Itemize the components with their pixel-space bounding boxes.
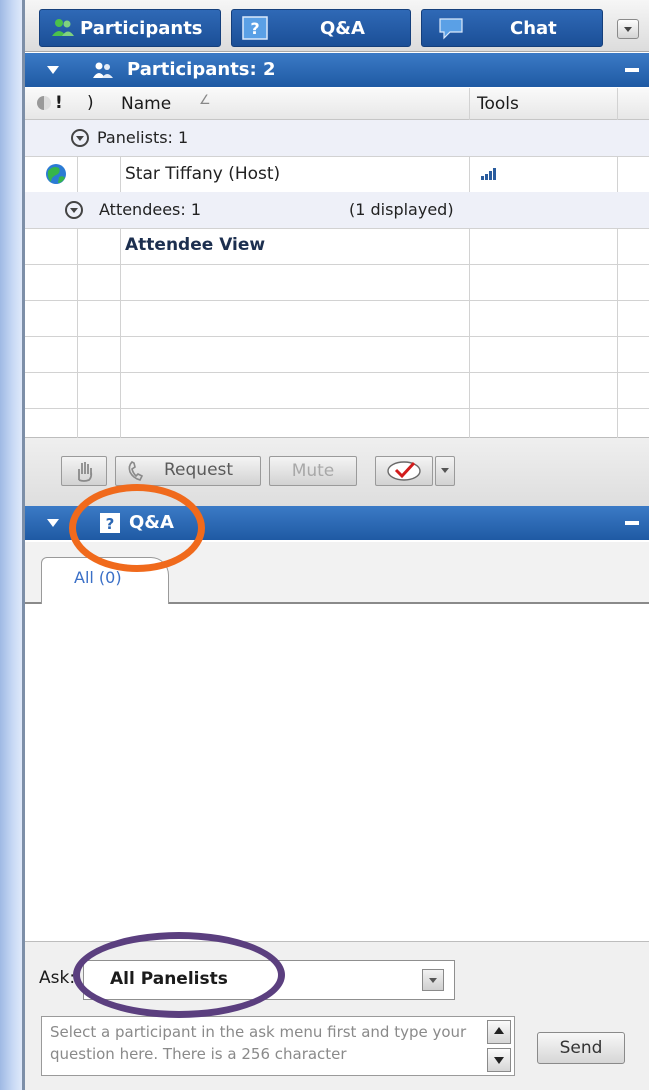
tab-participants[interactable]: Participants (39, 9, 221, 47)
tab-all-questions[interactable]: All (0) (41, 557, 169, 606)
audio-column-icon[interactable]: ) (87, 93, 94, 113)
webex-panel-window: Participants ? Q&A Chat Participants: 2 (22, 0, 649, 1090)
panel-options-dropdown-button[interactable] (617, 19, 639, 39)
question-icon: ? (100, 513, 120, 533)
globe-icon (46, 164, 66, 184)
table-row[interactable]: Star Tiffany (Host) (25, 156, 649, 192)
send-button[interactable]: Send (537, 1032, 625, 1064)
question-placeholder: Select a participant in the ask menu fir… (50, 1023, 467, 1063)
request-button[interactable]: Request (115, 456, 261, 486)
request-button-label: Request (164, 460, 234, 480)
ask-label: Ask: (39, 968, 76, 988)
status-column-icon[interactable] (37, 96, 51, 110)
panelists-group-label: Panelists: 1 (97, 128, 189, 147)
attendees-displayed-count: (1 displayed) (349, 200, 454, 219)
collapse-triangle-icon[interactable] (47, 519, 59, 527)
feedback-button[interactable] (375, 456, 433, 486)
send-button-label: Send (559, 1038, 603, 1058)
participants-panel-header[interactable]: Participants: 2 (25, 53, 649, 87)
svg-text:?: ? (106, 515, 115, 533)
participants-column-header: ! ) Name ∠ Tools (25, 88, 649, 120)
attendee-view-label: Attendee View (125, 235, 266, 255)
tab-qa-label: Q&A (320, 18, 365, 39)
scroll-down-icon[interactable] (487, 1048, 511, 1072)
participant-name: Star Tiffany (Host) (125, 164, 281, 184)
minimize-icon[interactable] (625, 68, 639, 72)
hand-icon (78, 462, 93, 482)
attendees-group-row[interactable]: Attendees: 1 (1 displayed) (25, 192, 649, 228)
sort-ascending-icon: ∠ (199, 93, 211, 108)
attendees-group-label: Attendees: 1 (99, 200, 202, 219)
question-icon: ? (242, 16, 268, 40)
tab-all-label: All (0) (74, 568, 122, 587)
svg-text:?: ? (250, 19, 259, 38)
panel-tab-bar: Participants ? Q&A Chat (25, 0, 649, 52)
row-divider (25, 264, 649, 265)
ask-recipient-select[interactable]: All Panelists (83, 960, 455, 1000)
status-column-label[interactable]: ! (55, 93, 63, 113)
tab-qa[interactable]: ? Q&A (231, 9, 411, 47)
tab-chat-label: Chat (510, 18, 557, 39)
minimize-icon[interactable] (625, 521, 639, 525)
mute-button[interactable]: Mute (269, 456, 357, 486)
qa-panel-header[interactable]: ? Q&A (25, 506, 649, 540)
name-column-header[interactable]: Name (121, 94, 171, 114)
ask-recipient-value: All Panelists (110, 969, 228, 989)
row-divider (25, 372, 649, 373)
qa-tab-strip: All (0) (25, 542, 649, 606)
row-divider (25, 336, 649, 337)
signal-strength-icon (481, 168, 496, 180)
panelists-group-row[interactable]: Panelists: 1 (25, 120, 649, 156)
participants-list: ! ) Name ∠ Tools Panelists: 1 Star Tiffa… (25, 88, 649, 470)
feedback-dropdown-button[interactable] (435, 456, 455, 486)
desktop-background-strip (0, 0, 22, 1090)
collapse-triangle-icon[interactable] (47, 66, 59, 74)
people-icon (93, 62, 113, 78)
speech-bubble-icon (439, 18, 463, 40)
people-icon (52, 19, 74, 36)
qa-panel-title: Q&A (129, 512, 174, 533)
row-divider (25, 300, 649, 301)
participants-count-title: Participants: 2 (127, 59, 276, 80)
ask-question-area: Ask: All Panelists Select a participant … (25, 942, 649, 1090)
phone-icon (128, 461, 144, 481)
questions-list (25, 604, 649, 942)
expand-collapse-icon[interactable] (71, 129, 89, 147)
chevron-down-icon[interactable] (422, 969, 444, 991)
scroll-up-icon[interactable] (487, 1020, 511, 1044)
tab-chat[interactable]: Chat (421, 9, 603, 47)
raise-hand-button[interactable] (61, 456, 107, 486)
tab-participants-label: Participants (80, 18, 203, 39)
tools-column-header[interactable]: Tools (477, 94, 519, 114)
checkmark-bubble-icon (387, 461, 421, 481)
mute-button-label: Mute (291, 461, 335, 481)
table-row[interactable]: Attendee View (25, 228, 649, 264)
chevron-down-icon (441, 468, 449, 473)
expand-collapse-icon[interactable] (65, 201, 83, 219)
row-divider (25, 408, 649, 409)
question-input[interactable]: Select a participant in the ask menu fir… (41, 1016, 515, 1076)
participant-actions-toolbar: Request Mute (25, 438, 649, 506)
